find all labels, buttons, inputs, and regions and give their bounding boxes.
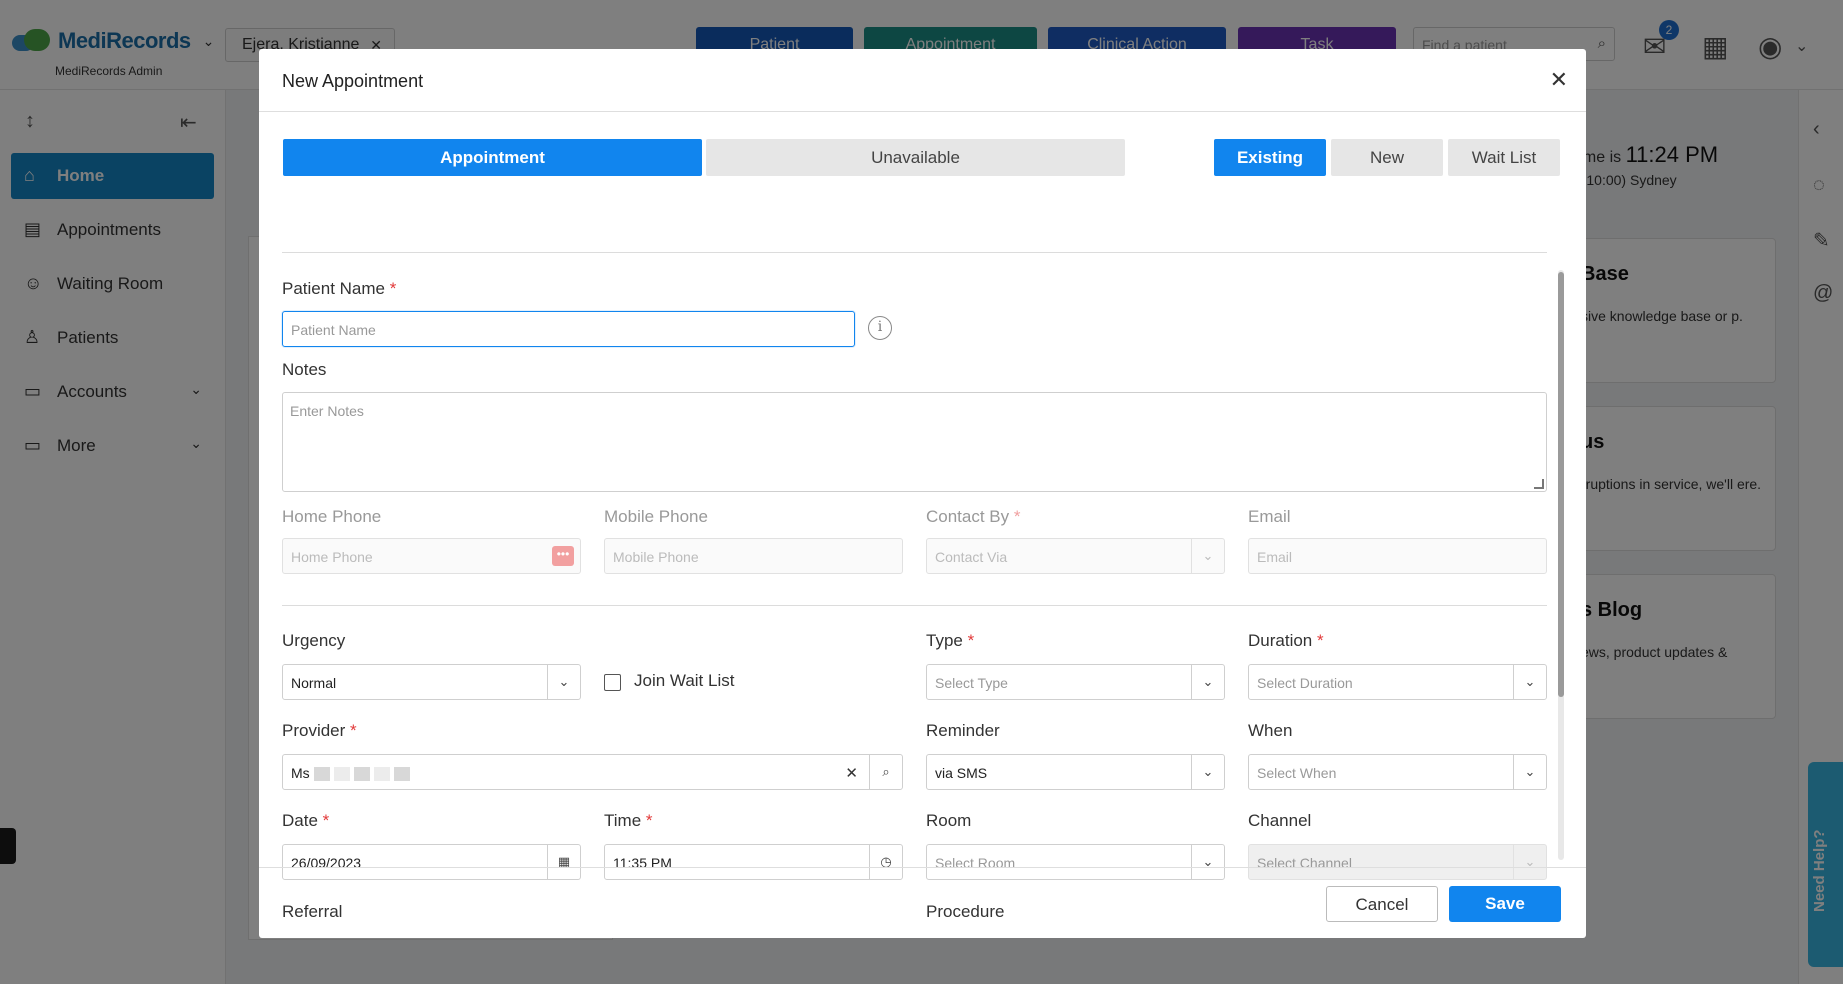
divider [282, 605, 1547, 606]
modal-body: Appointment Unavailable Existing New Wai… [259, 112, 1586, 921]
modal-header: New Appointment ✕ [259, 49, 1586, 112]
chevron-down-icon[interactable]: ⌄ [1513, 665, 1546, 699]
contact-by-select[interactable]: Contact Via ⌄ [926, 538, 1225, 574]
contact-by-label-text: Contact By [926, 507, 1010, 526]
duration-placeholder: Select Duration [1257, 675, 1353, 691]
chevron-down-icon[interactable]: ⌄ [547, 665, 580, 699]
required-marker: * [967, 631, 975, 650]
patient-name-label-text: Patient Name [282, 279, 385, 298]
type-placeholder: Select Type [935, 675, 1008, 691]
modal-footer: Cancel Save [259, 867, 1586, 938]
required-marker: * [350, 721, 357, 740]
reminder-label: Reminder [926, 721, 1000, 740]
patient-name-placeholder: Patient Name [291, 322, 376, 338]
mobile-phone-input[interactable]: Mobile Phone [604, 538, 903, 574]
type-label: Type * [926, 631, 974, 651]
chevron-down-icon[interactable]: ⌄ [1191, 539, 1224, 573]
tab-label: Unavailable [871, 148, 960, 167]
provider-input[interactable]: Ms ✕ ⌕ [282, 754, 903, 790]
tab-label: Existing [1236, 148, 1304, 167]
redacted-provider-name [313, 765, 414, 782]
email-placeholder: Email [1257, 549, 1293, 565]
when-label: When [1248, 721, 1293, 740]
type-select[interactable]: Select Type ⌄ [926, 664, 1225, 700]
email-label: Email [1248, 507, 1291, 526]
provider-label-text: Provider [282, 721, 346, 740]
home-phone-input[interactable]: Home Phone ••• [282, 538, 581, 574]
tab-appointment[interactable]: Appointment [283, 139, 702, 176]
urgency-value: Normal [291, 675, 337, 691]
duration-label-text: Duration [1248, 631, 1313, 650]
mobile-phone-label: Mobile Phone [604, 507, 708, 526]
notes-textarea[interactable]: Enter Notes [282, 392, 1547, 492]
reminder-select[interactable]: via SMS ⌄ [926, 754, 1225, 790]
date-label: Date * [282, 811, 329, 831]
info-icon[interactable]: i [868, 316, 892, 340]
cancel-button[interactable]: Cancel [1326, 886, 1438, 922]
chevron-down-icon[interactable]: ⌄ [1513, 755, 1546, 789]
tab-label: New [1369, 148, 1404, 167]
time-label-text: Time [604, 811, 642, 830]
home-phone-placeholder: Home Phone [291, 549, 373, 565]
required-marker: * [1013, 507, 1021, 526]
patient-name-input[interactable]: Patient Name [282, 311, 855, 347]
when-select[interactable]: Select When ⌄ [1248, 754, 1547, 790]
reminder-value: via SMS [935, 765, 988, 781]
close-icon[interactable]: ✕ [1550, 67, 1568, 93]
channel-label: Channel [1248, 811, 1312, 830]
time-label: Time * [604, 811, 653, 831]
tab-existing[interactable]: Existing [1214, 139, 1326, 176]
duration-label: Duration * [1248, 631, 1324, 651]
patient-name-label: Patient Name * [282, 279, 396, 299]
provider-value: Ms [291, 765, 310, 781]
tab-new[interactable]: New [1331, 139, 1443, 176]
save-button[interactable]: Save [1449, 886, 1561, 922]
modal-title: New Appointment [282, 71, 424, 91]
email-input[interactable]: Email [1248, 538, 1547, 574]
mobile-phone-placeholder: Mobile Phone [613, 549, 699, 565]
tab-label: Wait List [1471, 148, 1537, 167]
new-appointment-modal: New Appointment ✕ Appointment Unavailabl… [259, 49, 1586, 938]
search-icon[interactable]: ⌕ [869, 755, 902, 789]
type-label-text: Type [926, 631, 963, 650]
when-placeholder: Select When [1257, 765, 1337, 781]
notes-label: Notes [282, 360, 327, 379]
clear-icon[interactable]: ✕ [845, 764, 858, 782]
tab-wait-list[interactable]: Wait List [1448, 139, 1560, 176]
chevron-down-icon[interactable]: ⌄ [1191, 755, 1224, 789]
divider [282, 252, 1547, 253]
home-phone-label: Home Phone [282, 507, 382, 526]
tab-unavailable[interactable]: Unavailable [706, 139, 1125, 176]
join-wait-list-label: Join Wait List [634, 671, 735, 690]
urgency-select[interactable]: Normal ⌄ [282, 664, 581, 700]
contact-by-label: Contact By * [926, 507, 1021, 527]
room-label: Room [926, 811, 972, 830]
contact-by-placeholder: Contact Via [935, 549, 1008, 565]
tab-label: Appointment [440, 148, 545, 167]
duration-select[interactable]: Select Duration ⌄ [1248, 664, 1547, 700]
required-marker: * [1317, 631, 1324, 650]
required-marker: * [389, 279, 397, 298]
scrollbar-thumb[interactable] [1558, 272, 1564, 697]
required-marker: * [645, 811, 653, 830]
urgency-label: Urgency [282, 631, 346, 650]
provider-label: Provider * [282, 721, 357, 741]
join-wait-list-checkbox[interactable] [604, 674, 621, 691]
more-options-icon[interactable]: ••• [552, 546, 574, 566]
chevron-down-icon[interactable]: ⌄ [1191, 665, 1224, 699]
resize-handle-icon[interactable] [1534, 479, 1544, 489]
notes-placeholder: Enter Notes [290, 403, 364, 419]
required-marker: * [322, 811, 330, 830]
date-label-text: Date [282, 811, 318, 830]
